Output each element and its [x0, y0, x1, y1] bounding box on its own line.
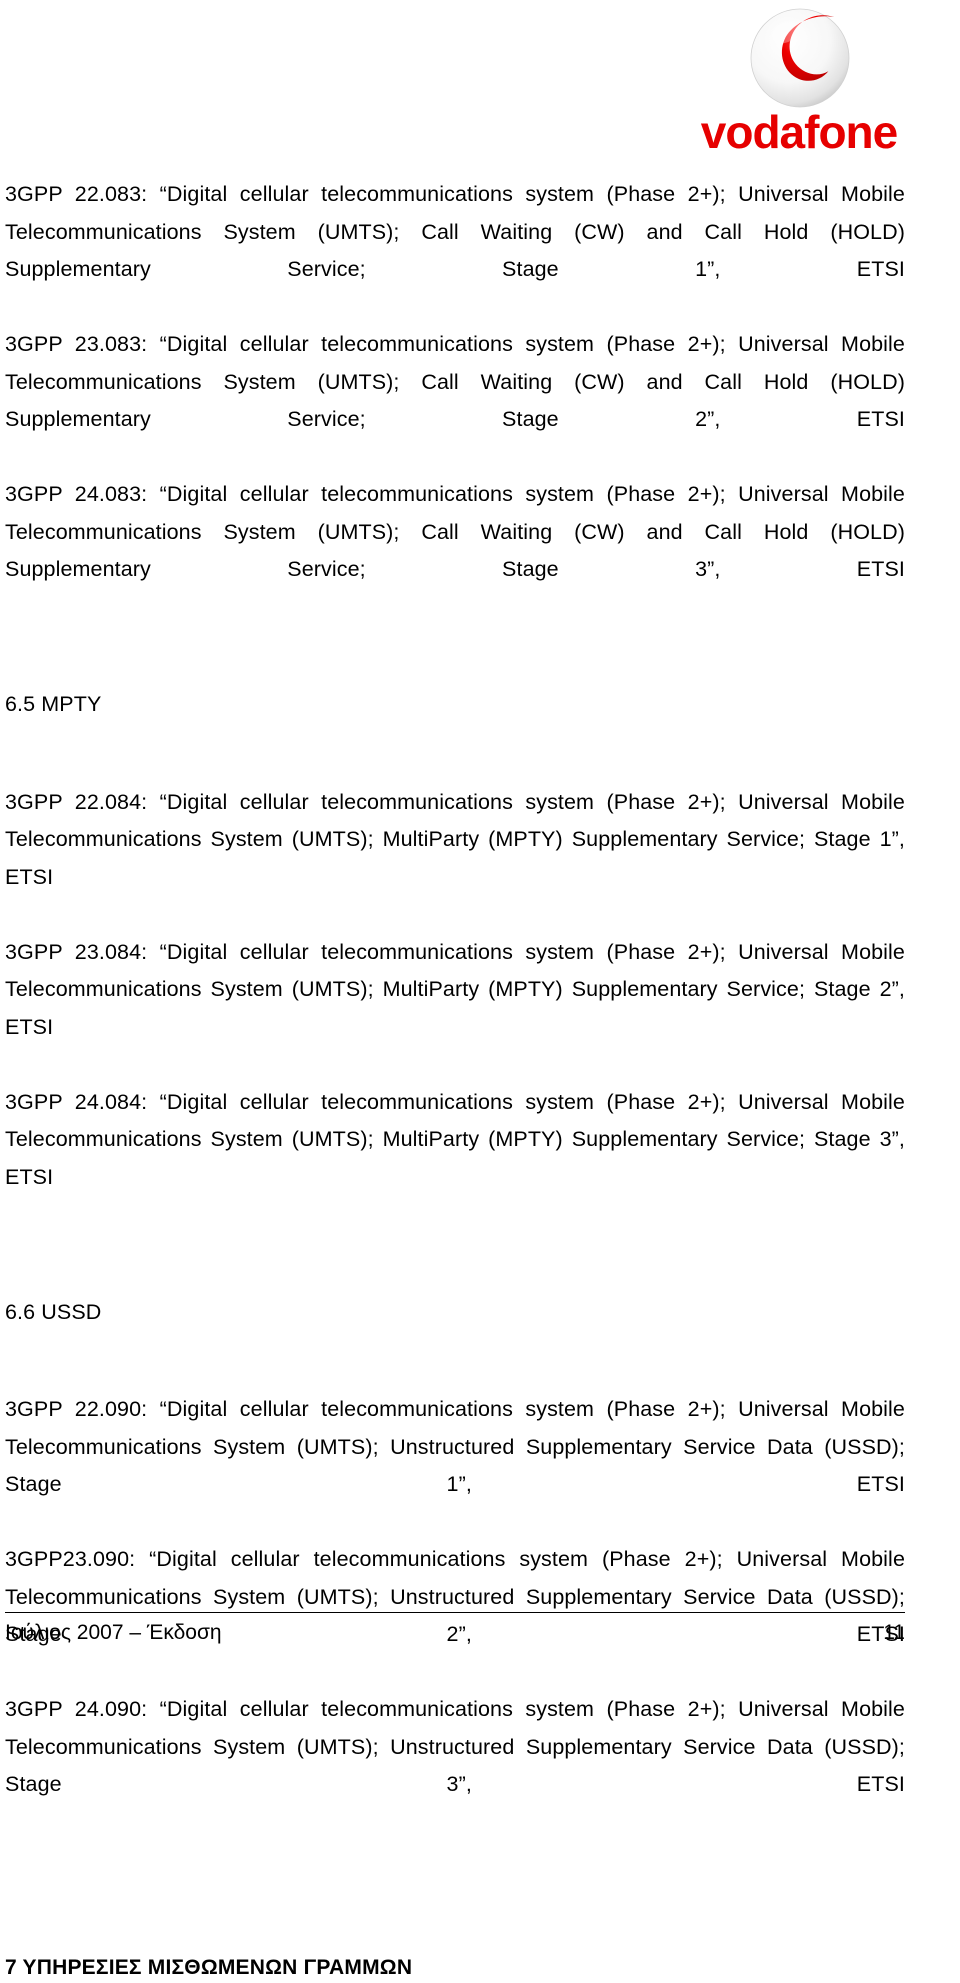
footer-page-number: 11: [883, 1621, 905, 1644]
vodafone-speechmark-icon: [750, 8, 850, 108]
reference-paragraph: 3GPP 22.084: “Digital cellular telecommu…: [5, 789, 905, 889]
reference-paragraph: 3GPP 22.083: “Digital cellular telecommu…: [5, 182, 905, 281]
section-heading-mpty: 6.5 MPTY: [5, 692, 102, 716]
chapter-heading: 7 ΥΠΗΡΕΣΙΕΣ ΜΙΣΘΩΜΕΝΩΝ ΓΡΑΜΜΩΝ: [5, 1956, 413, 1979]
document-body: 3GPP 22.083: “Digital cellular telecommu…: [5, 176, 905, 1983]
footer-row: Ιούλιος 2007 – Έκδοση 11: [5, 1619, 905, 1647]
footer-date: Ιούλιος 2007 – Έκδοση: [5, 1621, 222, 1644]
reference-paragraph: 3GPP 23.083: “Digital cellular telecommu…: [5, 332, 905, 431]
vodafone-wordmark: vodafone: [701, 108, 899, 158]
reference-paragraph: 3GPP 24.083: “Digital cellular telecommu…: [5, 482, 905, 581]
reference-paragraph: 3GPP 24.084: “Digital cellular telecommu…: [5, 1089, 905, 1189]
reference-paragraph: 3GPP 24.090: “Digital cellular telecommu…: [5, 1697, 905, 1796]
section-heading-ussd: 6.6 USSD: [5, 1299, 102, 1324]
vodafone-logo: vodafone: [688, 8, 910, 160]
page-footer: Ιούλιος 2007 – Έκδοση 11: [5, 1612, 905, 1647]
footer-divider: [5, 1612, 905, 1613]
reference-paragraph: 3GPP 22.090: “Digital cellular telecommu…: [5, 1397, 905, 1496]
reference-paragraph: 3GPP 23.084: “Digital cellular telecommu…: [5, 939, 905, 1039]
vodafone-wordmark-text: vodafone: [701, 108, 898, 158]
